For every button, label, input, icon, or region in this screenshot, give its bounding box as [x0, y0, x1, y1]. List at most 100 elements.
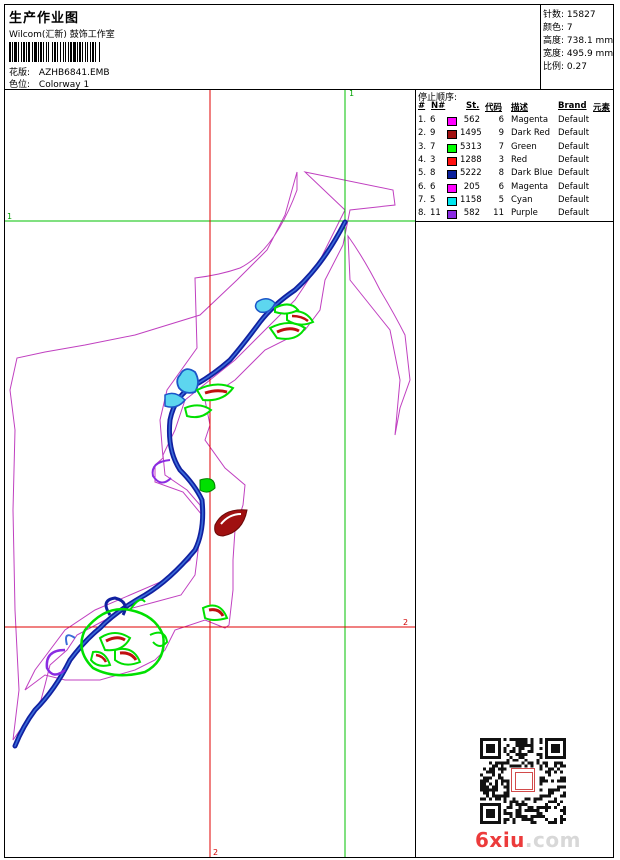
qr-module	[563, 785, 566, 789]
color-swatch	[447, 183, 457, 193]
leaf-red-small	[201, 604, 229, 621]
row-brand: Default	[558, 115, 590, 125]
qr-module	[521, 740, 525, 744]
qr-module	[539, 752, 543, 756]
qr-module	[488, 767, 492, 771]
qr-module	[497, 797, 501, 801]
marker-h2: 2	[403, 618, 408, 627]
row-stitches: 1158	[460, 194, 482, 205]
qr-module	[542, 794, 546, 798]
qr-module	[485, 821, 489, 824]
qr-module	[527, 761, 531, 765]
color-swatch	[447, 156, 457, 166]
qr-module	[530, 746, 534, 750]
qr-module	[530, 821, 534, 824]
qr-module	[509, 749, 513, 753]
row-code: 7	[498, 141, 504, 152]
qr-module	[557, 755, 561, 759]
qr-module	[521, 746, 525, 750]
qr-module	[554, 821, 558, 824]
qr-module	[503, 761, 507, 765]
qr-module	[533, 800, 537, 804]
qr-module	[554, 743, 558, 747]
qr-module	[539, 782, 543, 786]
qr-module	[482, 821, 486, 824]
row-index: 2.	[418, 128, 427, 139]
qr-module	[560, 785, 564, 789]
qr-module	[545, 806, 549, 810]
qr-module	[480, 806, 483, 810]
qr-module	[524, 797, 528, 801]
qr-module	[491, 749, 495, 753]
barcode-bar	[79, 42, 81, 62]
qr-module	[563, 738, 566, 741]
qr-module	[485, 803, 489, 807]
qr-module	[545, 770, 549, 774]
stat-scale: 比例: 0.27	[543, 62, 587, 72]
marker-v1: 1	[349, 90, 354, 98]
qr-module	[500, 764, 504, 768]
qr-module	[563, 806, 566, 810]
qr-module	[515, 815, 519, 819]
qr-module	[530, 761, 534, 765]
qr-module	[545, 749, 549, 753]
qr-module	[503, 738, 507, 741]
qr-seal	[511, 768, 535, 792]
qr-module	[563, 809, 566, 813]
qr-module	[560, 809, 564, 813]
qr-module	[557, 749, 561, 753]
qr-module	[554, 788, 558, 792]
qr-module	[518, 803, 522, 807]
qr-module	[548, 791, 552, 795]
qr-module	[539, 764, 543, 768]
qr-module	[506, 761, 510, 765]
row-needle: 6	[430, 181, 436, 192]
table-row: 6. 6 205 6 Magenta Default	[416, 182, 615, 195]
qr-module	[485, 785, 489, 789]
qr-module	[524, 738, 528, 741]
qr-module	[512, 818, 516, 822]
row-stitches: 1288	[460, 154, 482, 165]
row-index: 8.	[418, 208, 427, 219]
barcode-bar	[52, 42, 53, 62]
row-needle: 11	[430, 208, 441, 219]
row-description: Dark Red	[511, 128, 551, 139]
qr-module	[494, 779, 498, 783]
qr-module	[500, 779, 504, 783]
qr-module	[551, 791, 555, 795]
qr-module	[518, 738, 522, 741]
qr-module	[503, 791, 507, 795]
qr-module	[500, 776, 504, 780]
color-swatch	[447, 170, 457, 180]
color-swatch	[447, 130, 457, 140]
qr-module	[497, 773, 501, 777]
qr-module	[494, 764, 498, 768]
row-stitches: 5222	[460, 168, 482, 179]
qr-module	[497, 803, 501, 807]
table-header: # N# St. 代码 描述 Brand 元素	[418, 101, 611, 113]
row-description: Dark Blue	[511, 168, 553, 179]
row-description: Purple	[511, 208, 538, 219]
qr-module	[563, 776, 566, 780]
qr-module	[548, 755, 552, 759]
qr-module	[557, 743, 561, 747]
qr-module	[551, 821, 555, 824]
bottom-leaf-3	[89, 650, 112, 667]
qr-module	[494, 797, 498, 801]
row-brand: Default	[558, 181, 590, 192]
sleeve-outline	[347, 234, 411, 436]
qr-module	[480, 812, 483, 816]
panel-column-line	[415, 222, 416, 858]
qr-module	[563, 740, 566, 744]
qr-module	[539, 815, 543, 819]
barcode-bar	[46, 42, 47, 62]
qr-module	[524, 743, 528, 747]
qr-module	[533, 809, 537, 813]
qr-module	[480, 755, 483, 759]
qr-module	[503, 767, 507, 771]
qr-module	[503, 812, 507, 816]
barcode-bar	[54, 42, 56, 62]
qr-module	[482, 782, 486, 786]
qr-module	[488, 746, 492, 750]
header-info: 生产作业图 Wilcom(汇新) 鼓饰工作室 花版: AZHB6841.EMB …	[5, 5, 540, 90]
